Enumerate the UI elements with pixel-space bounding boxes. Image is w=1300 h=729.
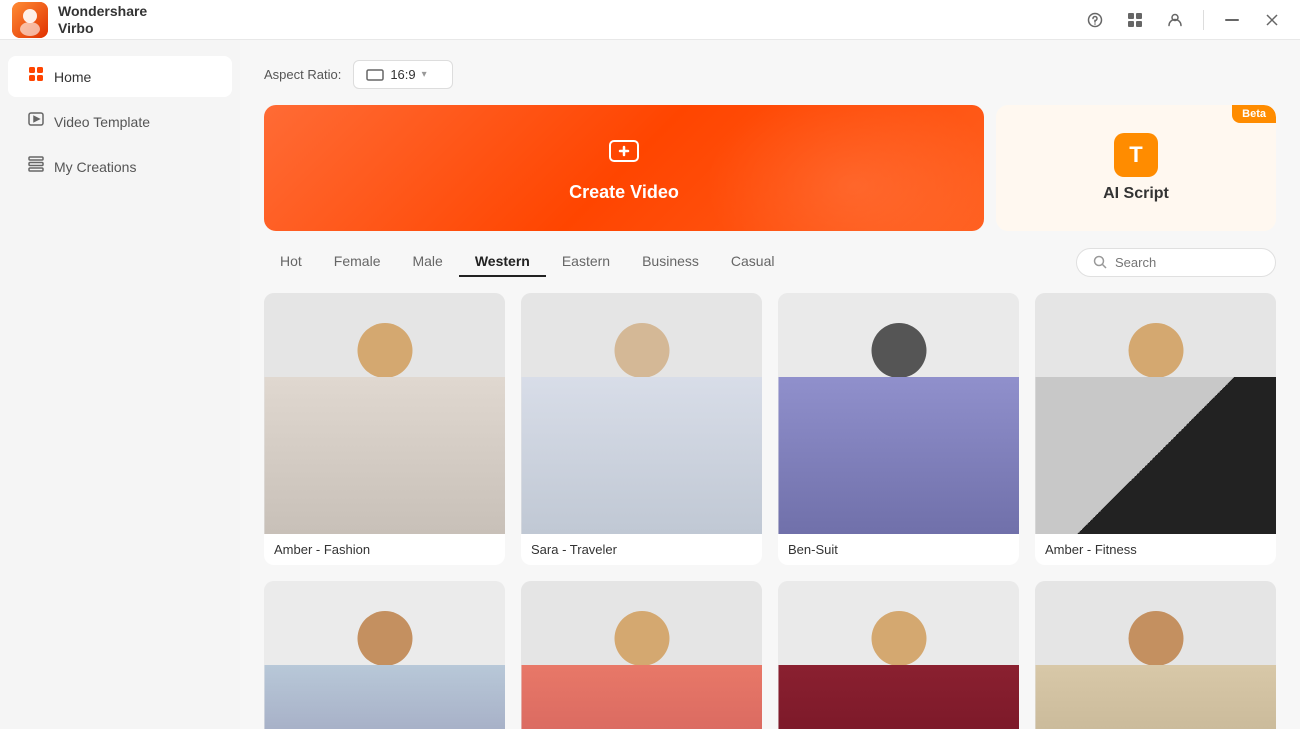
banners: Create Video Beta T AI Script xyxy=(264,105,1276,231)
aspect-ratio-bar: Aspect Ratio: 16:9 ▾ xyxy=(264,60,1276,89)
tab-eastern[interactable]: Eastern xyxy=(546,247,626,277)
body-shape xyxy=(521,377,762,534)
tab-male[interactable]: Male xyxy=(396,247,458,277)
face-circle xyxy=(1128,323,1183,378)
avatar-image: ♥VIP xyxy=(521,293,762,534)
avatar-card-amber-fashion-2[interactable]: ♥VIP Amber - Fashion xyxy=(778,581,1019,729)
body-shape xyxy=(778,665,1019,729)
tab-hot[interactable]: Hot xyxy=(264,247,318,277)
avatar-placeholder xyxy=(264,581,505,729)
body-shape xyxy=(778,377,1019,534)
face-circle xyxy=(871,611,926,666)
avatar-image: ♥VIP xyxy=(521,581,762,729)
chevron-down-icon: ▾ xyxy=(422,69,427,80)
avatar-placeholder xyxy=(1035,293,1276,534)
avatar-grid: ♥VIP Amber - Fashion ♥VIP xyxy=(264,293,1276,729)
avatar-card-amber-summer[interactable]: ♥VIP Amber - Summer xyxy=(521,581,762,729)
avatar-placeholder xyxy=(778,581,1019,729)
avatar-name: Ben-Suit xyxy=(778,534,1019,565)
window-controls xyxy=(1079,6,1288,34)
avatar-card-amber-fashion-1[interactable]: ♥VIP Amber - Fashion xyxy=(264,293,505,565)
avatar-image: ♥VIP xyxy=(1035,581,1276,729)
sidebar-home-label: Home xyxy=(54,69,91,85)
ai-script-icon: T xyxy=(1114,133,1158,177)
body-shape xyxy=(264,377,505,534)
help-button[interactable] xyxy=(1079,6,1111,34)
app-name: Wondershare Virbo xyxy=(58,3,147,37)
tab-casual[interactable]: Casual xyxy=(715,247,791,277)
search-box[interactable] xyxy=(1076,248,1276,277)
aspect-ratio-value: 16:9 xyxy=(390,67,415,82)
face-circle xyxy=(357,323,412,378)
body-shape xyxy=(521,665,762,729)
search-input[interactable] xyxy=(1115,255,1255,270)
avatar-name: Amber - Fitness xyxy=(1035,534,1276,565)
create-video-label: Create Video xyxy=(569,182,679,203)
close-button[interactable] xyxy=(1256,6,1288,34)
avatar-placeholder xyxy=(264,293,505,534)
ai-script-banner[interactable]: Beta T AI Script xyxy=(996,105,1276,231)
avatar-card-rafael-business[interactable]: ♥VIP Rafael - Business xyxy=(264,581,505,729)
body-shape xyxy=(264,665,505,729)
face-circle xyxy=(357,611,412,666)
face-circle xyxy=(614,323,669,378)
grid-button[interactable] xyxy=(1119,6,1151,34)
beta-badge: Beta xyxy=(1232,105,1276,123)
avatar-image: ♥VIP xyxy=(778,581,1019,729)
ai-script-label: AI Script xyxy=(1103,185,1169,203)
body-shape xyxy=(1035,377,1276,534)
home-icon xyxy=(28,66,44,87)
avatar-placeholder xyxy=(521,581,762,729)
avatar-card-amber-fitness[interactable]: ♥VIP Amber - Fitness xyxy=(1035,293,1276,565)
sidebar-item-home[interactable]: Home xyxy=(8,56,232,97)
search-icon xyxy=(1093,255,1107,269)
main-content: Aspect Ratio: 16:9 ▾ Create Vid xyxy=(240,40,1300,729)
sidebar-item-video-template[interactable]: Video Template xyxy=(8,101,232,142)
face-circle xyxy=(1128,611,1183,666)
face-circle xyxy=(614,611,669,666)
aspect-ratio-label: Aspect Ratio: xyxy=(264,67,341,82)
avatar-name: Amber - Fashion xyxy=(264,534,505,565)
body-shape xyxy=(1035,665,1276,729)
avatar-card-sara-traveler[interactable]: ♥VIP Sara - Traveler xyxy=(521,293,762,565)
title-bar: Wondershare Virbo xyxy=(0,0,1300,40)
tab-business[interactable]: Business xyxy=(626,247,715,277)
separator xyxy=(1203,10,1204,30)
face-circle xyxy=(871,323,926,378)
avatar-placeholder xyxy=(521,293,762,534)
app-logo xyxy=(12,2,48,38)
avatar-image: ♥VIP xyxy=(778,293,1019,534)
main-layout: Home Video Template My Creations xyxy=(0,40,1300,729)
create-video-icon xyxy=(606,133,642,174)
tab-female[interactable]: Female xyxy=(318,247,397,277)
avatar-image: ♥VIP xyxy=(1035,293,1276,534)
tab-western[interactable]: Western xyxy=(459,247,546,277)
filter-tabs: Hot Female Male Western Eastern Business… xyxy=(264,247,790,277)
avatar-image: ♥VIP xyxy=(264,581,505,729)
avatar-image: ♥VIP xyxy=(264,293,505,534)
aspect-ratio-select[interactable]: 16:9 ▾ xyxy=(353,60,453,89)
video-template-icon xyxy=(28,111,44,132)
app-identity: Wondershare Virbo xyxy=(12,2,147,38)
sidebar-item-my-creations[interactable]: My Creations xyxy=(8,146,232,187)
aspect-ratio-icon xyxy=(366,69,384,81)
avatar-card-mate-casual[interactable]: ♥VIP Mate - Casual xyxy=(1035,581,1276,729)
my-creations-icon xyxy=(28,156,44,177)
minimize-button[interactable] xyxy=(1216,6,1248,34)
sidebar-video-label: Video Template xyxy=(54,114,150,130)
create-video-banner[interactable]: Create Video xyxy=(264,105,984,231)
filter-section: Hot Female Male Western Eastern Business… xyxy=(264,247,1276,277)
sidebar-creations-label: My Creations xyxy=(54,159,136,175)
avatar-placeholder xyxy=(778,293,1019,534)
avatar-name: Sara - Traveler xyxy=(521,534,762,565)
avatar-placeholder xyxy=(1035,581,1276,729)
sidebar: Home Video Template My Creations xyxy=(0,40,240,729)
user-button[interactable] xyxy=(1159,6,1191,34)
avatar-card-ben-suit[interactable]: ♥VIP Ben-Suit xyxy=(778,293,1019,565)
